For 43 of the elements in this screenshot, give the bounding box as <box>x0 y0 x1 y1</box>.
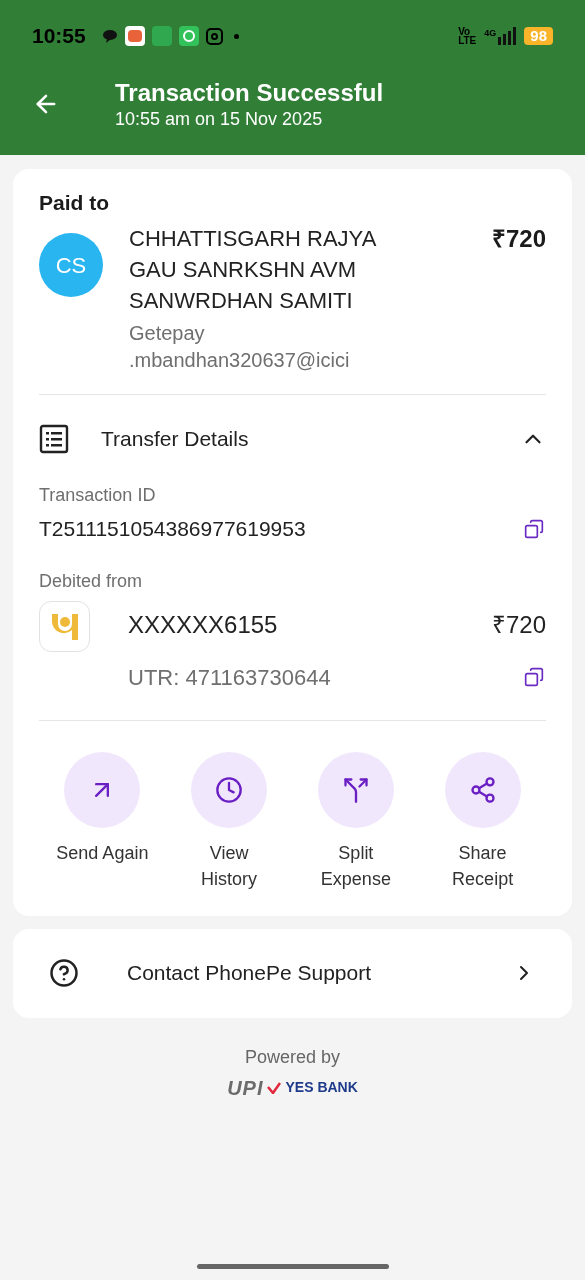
clock-icon <box>215 775 244 804</box>
debited-amount: ₹720 <box>491 609 546 640</box>
upi-logo: UPI <box>227 1076 264 1099</box>
list-icon <box>39 424 69 454</box>
support-row[interactable]: Contact PhonePe Support <box>13 928 572 1018</box>
chat-icon <box>101 29 118 43</box>
header-title: Transaction Successful <box>115 78 384 108</box>
app-notification-icon <box>151 26 172 46</box>
transaction-id-label: Transaction ID <box>39 484 157 507</box>
transaction-id: T2511151054386977619953 <box>39 516 306 542</box>
status-time: 10:55 <box>32 23 86 50</box>
action-button[interactable]: Split Expense <box>292 751 420 892</box>
bank-logo <box>39 600 90 652</box>
action-button[interactable]: View History <box>165 751 293 892</box>
battery-indicator: 98 <box>524 27 553 45</box>
header-subtitle: 10:55 am on 15 Nov 2025 <box>115 108 324 130</box>
copy-icon <box>524 518 544 539</box>
paid-to-label: Paid to <box>39 190 110 216</box>
payee-avatar: CS <box>39 233 103 297</box>
debited-from-label: Debited from <box>39 569 144 593</box>
bank-name-logo: YES BANK <box>285 1078 358 1097</box>
camera-notification-icon <box>205 27 223 45</box>
payee-upi-id: .mbandhan320637@icici <box>129 348 351 373</box>
help-icon <box>49 958 79 988</box>
powered-by-text: Powered by <box>244 1045 341 1069</box>
action-button[interactable]: Send Again <box>39 751 166 892</box>
data-type: 4G <box>484 27 497 40</box>
upload-notification-icon <box>178 26 199 46</box>
account-number: XXXXXX6155 <box>128 609 278 640</box>
volte-indicator: Vo LTE <box>458 27 477 45</box>
check-icon <box>267 1081 282 1094</box>
signal-icon <box>498 27 517 45</box>
payee-name: CHHATTISGARH RAJYA GAU SANRKSHN AVM SANWRDHAN SAMITI <box>129 225 377 315</box>
split-arrows-icon <box>341 775 370 804</box>
payee-amount: ₹720 <box>491 224 546 254</box>
copy-button[interactable] <box>522 665 546 689</box>
share-icon <box>468 775 497 804</box>
action-button[interactable]: Share Receipt <box>419 751 546 892</box>
app-notification-icon <box>124 26 145 46</box>
utr-number: UTR: 471163730644 <box>128 663 331 692</box>
payee-upi-id: Getepay <box>129 321 206 346</box>
transfer-details-toggle[interactable]: Transfer Details <box>39 395 546 483</box>
copy-icon <box>524 667 544 687</box>
